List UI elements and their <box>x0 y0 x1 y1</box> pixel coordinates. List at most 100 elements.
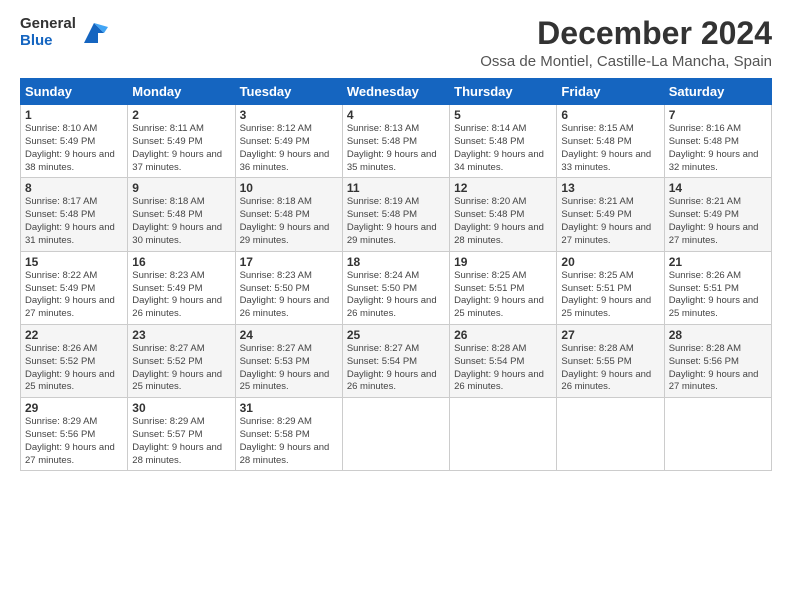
day-info: Sunrise: 8:20 AMSunset: 5:48 PMDaylight:… <box>454 196 552 247</box>
day-number: 25 <box>347 328 445 342</box>
day-number: 21 <box>669 255 767 269</box>
day-number: 11 <box>347 181 445 195</box>
calendar-cell <box>557 398 664 471</box>
day-number: 18 <box>347 255 445 269</box>
calendar-cell: 2Sunrise: 8:11 AMSunset: 5:49 PMDaylight… <box>128 105 235 178</box>
day-info: Sunrise: 8:16 AMSunset: 5:48 PMDaylight:… <box>669 123 767 174</box>
day-info: Sunrise: 8:18 AMSunset: 5:48 PMDaylight:… <box>240 196 338 247</box>
calendar-cell: 23Sunrise: 8:27 AMSunset: 5:52 PMDayligh… <box>128 324 235 397</box>
day-info: Sunrise: 8:23 AMSunset: 5:50 PMDaylight:… <box>240 270 338 321</box>
day-info: Sunrise: 8:22 AMSunset: 5:49 PMDaylight:… <box>25 270 123 321</box>
day-info: Sunrise: 8:12 AMSunset: 5:49 PMDaylight:… <box>240 123 338 174</box>
day-info: Sunrise: 8:25 AMSunset: 5:51 PMDaylight:… <box>454 270 552 321</box>
logo-blue-text: Blue <box>20 33 76 50</box>
day-number: 5 <box>454 108 552 122</box>
calendar-cell: 30Sunrise: 8:29 AMSunset: 5:57 PMDayligh… <box>128 398 235 471</box>
weekday-header: Friday <box>557 79 664 105</box>
calendar-week-row: 29Sunrise: 8:29 AMSunset: 5:56 PMDayligh… <box>21 398 772 471</box>
calendar-week-row: 15Sunrise: 8:22 AMSunset: 5:49 PMDayligh… <box>21 251 772 324</box>
day-info: Sunrise: 8:28 AMSunset: 5:55 PMDaylight:… <box>561 343 659 394</box>
day-info: Sunrise: 8:28 AMSunset: 5:54 PMDaylight:… <box>454 343 552 394</box>
calendar-week-row: 8Sunrise: 8:17 AMSunset: 5:48 PMDaylight… <box>21 178 772 251</box>
day-number: 15 <box>25 255 123 269</box>
day-number: 7 <box>669 108 767 122</box>
weekday-header: Sunday <box>21 79 128 105</box>
title-block: December 2024 Ossa de Montiel, Castille-… <box>480 16 772 70</box>
day-number: 24 <box>240 328 338 342</box>
day-info: Sunrise: 8:10 AMSunset: 5:49 PMDaylight:… <box>25 123 123 174</box>
calendar-cell: 12Sunrise: 8:20 AMSunset: 5:48 PMDayligh… <box>450 178 557 251</box>
calendar-cell: 25Sunrise: 8:27 AMSunset: 5:54 PMDayligh… <box>342 324 449 397</box>
page-container: General Blue December 2024 Ossa de Monti… <box>0 0 792 481</box>
day-number: 13 <box>561 181 659 195</box>
calendar-cell <box>342 398 449 471</box>
calendar-cell <box>450 398 557 471</box>
day-number: 6 <box>561 108 659 122</box>
day-number: 26 <box>454 328 552 342</box>
day-info: Sunrise: 8:21 AMSunset: 5:49 PMDaylight:… <box>561 196 659 247</box>
day-number: 22 <box>25 328 123 342</box>
weekday-header: Tuesday <box>235 79 342 105</box>
calendar-cell: 11Sunrise: 8:19 AMSunset: 5:48 PMDayligh… <box>342 178 449 251</box>
weekday-header: Thursday <box>450 79 557 105</box>
calendar-cell: 17Sunrise: 8:23 AMSunset: 5:50 PMDayligh… <box>235 251 342 324</box>
day-number: 8 <box>25 181 123 195</box>
day-number: 28 <box>669 328 767 342</box>
day-number: 30 <box>132 401 230 415</box>
calendar-cell: 7Sunrise: 8:16 AMSunset: 5:48 PMDaylight… <box>664 105 771 178</box>
day-info: Sunrise: 8:17 AMSunset: 5:48 PMDaylight:… <box>25 196 123 247</box>
day-number: 10 <box>240 181 338 195</box>
calendar-cell: 6Sunrise: 8:15 AMSunset: 5:48 PMDaylight… <box>557 105 664 178</box>
header: General Blue December 2024 Ossa de Monti… <box>20 16 772 70</box>
day-info: Sunrise: 8:19 AMSunset: 5:48 PMDaylight:… <box>347 196 445 247</box>
weekday-header: Saturday <box>664 79 771 105</box>
day-info: Sunrise: 8:27 AMSunset: 5:53 PMDaylight:… <box>240 343 338 394</box>
calendar-cell: 4Sunrise: 8:13 AMSunset: 5:48 PMDaylight… <box>342 105 449 178</box>
calendar-cell: 28Sunrise: 8:28 AMSunset: 5:56 PMDayligh… <box>664 324 771 397</box>
day-number: 23 <box>132 328 230 342</box>
calendar-cell: 26Sunrise: 8:28 AMSunset: 5:54 PMDayligh… <box>450 324 557 397</box>
day-info: Sunrise: 8:29 AMSunset: 5:57 PMDaylight:… <box>132 416 230 467</box>
logo-general-text: General <box>20 16 76 33</box>
day-number: 27 <box>561 328 659 342</box>
day-number: 17 <box>240 255 338 269</box>
calendar-cell: 1Sunrise: 8:10 AMSunset: 5:49 PMDaylight… <box>21 105 128 178</box>
calendar-week-row: 1Sunrise: 8:10 AMSunset: 5:49 PMDaylight… <box>21 105 772 178</box>
day-number: 9 <box>132 181 230 195</box>
calendar-cell: 3Sunrise: 8:12 AMSunset: 5:49 PMDaylight… <box>235 105 342 178</box>
calendar-cell: 5Sunrise: 8:14 AMSunset: 5:48 PMDaylight… <box>450 105 557 178</box>
day-number: 14 <box>669 181 767 195</box>
day-number: 29 <box>25 401 123 415</box>
calendar-cell: 31Sunrise: 8:29 AMSunset: 5:58 PMDayligh… <box>235 398 342 471</box>
day-number: 3 <box>240 108 338 122</box>
day-info: Sunrise: 8:26 AMSunset: 5:52 PMDaylight:… <box>25 343 123 394</box>
weekday-header: Wednesday <box>342 79 449 105</box>
calendar-cell: 20Sunrise: 8:25 AMSunset: 5:51 PMDayligh… <box>557 251 664 324</box>
calendar-cell: 13Sunrise: 8:21 AMSunset: 5:49 PMDayligh… <box>557 178 664 251</box>
calendar-cell: 18Sunrise: 8:24 AMSunset: 5:50 PMDayligh… <box>342 251 449 324</box>
calendar-cell: 9Sunrise: 8:18 AMSunset: 5:48 PMDaylight… <box>128 178 235 251</box>
day-info: Sunrise: 8:23 AMSunset: 5:49 PMDaylight:… <box>132 270 230 321</box>
day-info: Sunrise: 8:14 AMSunset: 5:48 PMDaylight:… <box>454 123 552 174</box>
day-number: 19 <box>454 255 552 269</box>
day-info: Sunrise: 8:26 AMSunset: 5:51 PMDaylight:… <box>669 270 767 321</box>
calendar-header-row: SundayMondayTuesdayWednesdayThursdayFrid… <box>21 79 772 105</box>
day-info: Sunrise: 8:27 AMSunset: 5:52 PMDaylight:… <box>132 343 230 394</box>
day-info: Sunrise: 8:11 AMSunset: 5:49 PMDaylight:… <box>132 123 230 174</box>
calendar-cell: 19Sunrise: 8:25 AMSunset: 5:51 PMDayligh… <box>450 251 557 324</box>
logo: General Blue <box>20 16 108 49</box>
location-title: Ossa de Montiel, Castille-La Mancha, Spa… <box>480 53 772 70</box>
calendar-cell: 27Sunrise: 8:28 AMSunset: 5:55 PMDayligh… <box>557 324 664 397</box>
day-number: 20 <box>561 255 659 269</box>
day-number: 12 <box>454 181 552 195</box>
calendar-cell: 14Sunrise: 8:21 AMSunset: 5:49 PMDayligh… <box>664 178 771 251</box>
day-number: 4 <box>347 108 445 122</box>
day-info: Sunrise: 8:29 AMSunset: 5:56 PMDaylight:… <box>25 416 123 467</box>
calendar-cell: 15Sunrise: 8:22 AMSunset: 5:49 PMDayligh… <box>21 251 128 324</box>
calendar-cell: 21Sunrise: 8:26 AMSunset: 5:51 PMDayligh… <box>664 251 771 324</box>
calendar-week-row: 22Sunrise: 8:26 AMSunset: 5:52 PMDayligh… <box>21 324 772 397</box>
day-info: Sunrise: 8:28 AMSunset: 5:56 PMDaylight:… <box>669 343 767 394</box>
day-number: 2 <box>132 108 230 122</box>
calendar-cell: 10Sunrise: 8:18 AMSunset: 5:48 PMDayligh… <box>235 178 342 251</box>
day-number: 1 <box>25 108 123 122</box>
